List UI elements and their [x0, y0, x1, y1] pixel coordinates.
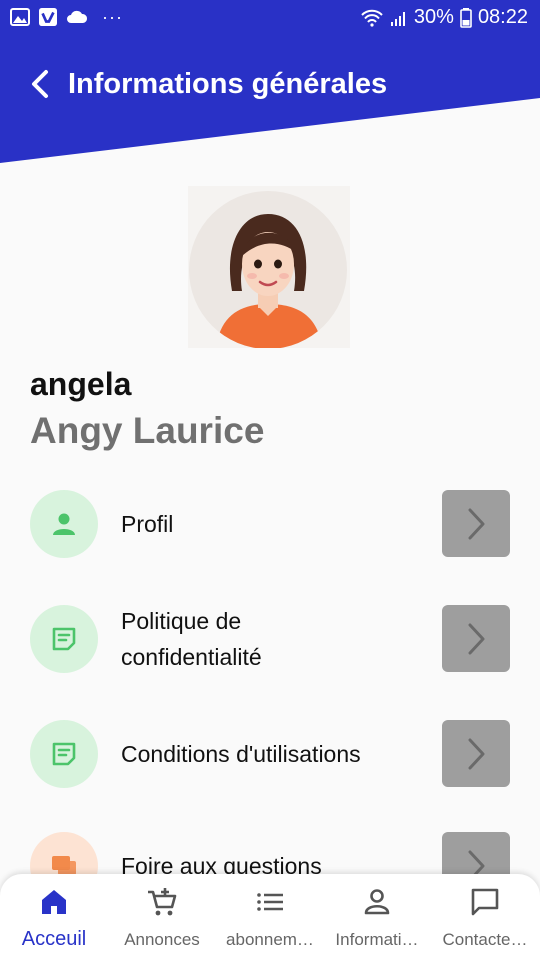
menu-item-label: Profil: [121, 511, 174, 537]
menu-item-label: Politique de confidentialité: [121, 608, 262, 670]
nav-annonces[interactable]: Annonces: [116, 874, 208, 960]
app-bar: Informations générales: [0, 56, 540, 112]
list-icon: [257, 893, 283, 911]
cloud-icon: [67, 10, 88, 23]
menu-item-conditions[interactable]: Conditions d'utilisations: [0, 720, 540, 788]
username: angela: [30, 366, 132, 402]
menu-item-label: Foire aux questions: [121, 853, 322, 875]
nav-label: Acceuil: [21, 928, 87, 950]
bottom-navigation: Acceuil Annonces abonnem… Informati… Con…: [0, 874, 540, 960]
nav-acceuil[interactable]: Acceuil: [10, 874, 98, 960]
nav-label: abonnem…: [226, 930, 314, 949]
nav-label: Informati…: [335, 930, 419, 949]
nav-informations[interactable]: Informati…: [330, 874, 424, 960]
status-bar: ··· 30% 08:22: [0, 0, 540, 38]
note-icon: [30, 720, 98, 788]
chevron-right-icon[interactable]: [442, 605, 510, 672]
chevron-left-icon[interactable]: [24, 66, 58, 102]
chevron-right-icon[interactable]: [442, 720, 510, 787]
chevron-right-icon[interactable]: [442, 490, 510, 557]
note-icon: [30, 605, 98, 673]
person-icon: [30, 490, 98, 558]
nav-contacter[interactable]: Contacte…: [438, 874, 532, 960]
cart-add-icon: [148, 888, 177, 916]
menu-item-label: Conditions d'utilisations: [121, 741, 361, 767]
person-outline-icon: [364, 889, 390, 915]
gallery-icon: [10, 8, 30, 26]
battery-icon: [460, 7, 472, 28]
forum-icon: [30, 832, 98, 875]
home-icon: [42, 890, 66, 914]
signal-icon: [390, 11, 405, 26]
settings-menu: Profil Politique de confidentialité Cond…: [0, 490, 540, 875]
menu-item-faq[interactable]: Foire aux questions: [0, 832, 540, 875]
menu-item-politique[interactable]: Politique de confidentialité: [0, 605, 540, 673]
nav-label: Contacte…: [442, 930, 528, 949]
more-dots-icon: ···: [102, 7, 123, 27]
avatar: [188, 186, 350, 348]
nav-label: Annonces: [124, 930, 200, 949]
page-title: Informations générales: [68, 68, 388, 100]
full-name: Angy Laurice: [30, 410, 265, 451]
menu-item-profil[interactable]: Profil: [0, 490, 540, 558]
battery-level: 30%: [413, 6, 454, 28]
chevron-right-icon[interactable]: [442, 832, 510, 875]
wifi-icon: [361, 9, 383, 27]
vimeo-icon: [39, 8, 57, 26]
nav-abonnements[interactable]: abonnem…: [222, 874, 318, 960]
clock: 08:22: [477, 6, 528, 28]
chat-icon: [471, 888, 499, 916]
